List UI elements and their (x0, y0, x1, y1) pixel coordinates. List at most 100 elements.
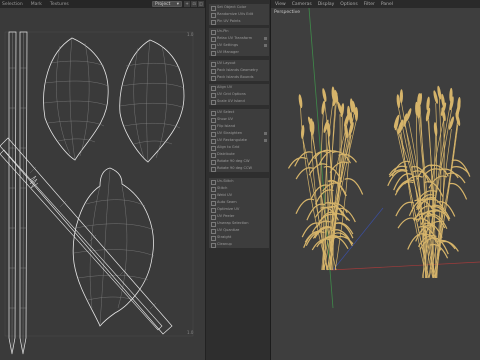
uv-command-item[interactable]: Unwrap Selection (209, 220, 269, 227)
uv-command-item[interactable]: UV Manager (209, 49, 269, 56)
checkbox-icon (210, 75, 216, 81)
uv-tool-frame-icon[interactable]: ⊡ (191, 1, 197, 7)
uv-tool-add-icon[interactable]: + (184, 1, 190, 7)
uv-menu-selection[interactable]: Selection (2, 2, 23, 7)
checkbox-icon (210, 131, 216, 137)
checkbox-icon (210, 221, 216, 227)
viewport-menu-cameras[interactable]: Cameras (292, 2, 312, 7)
uv-command-label: Align UV (217, 85, 233, 89)
wheat-head (298, 94, 303, 109)
checkbox-icon (210, 36, 216, 42)
uv-command-item[interactable]: UV Select (209, 109, 269, 116)
checkbox-icon (210, 235, 216, 241)
checkbox-icon (210, 124, 216, 130)
uv-command-item[interactable]: Un-Stitch (209, 178, 269, 185)
uv-command-item[interactable]: UV Grid Options (209, 91, 269, 98)
uv-command-label: Pack Islands Geometry (217, 68, 259, 72)
uv-command-item[interactable]: UV Quantize (209, 227, 269, 234)
wheat-clump-right (387, 85, 471, 279)
viewport-menu-filter[interactable]: Filter (364, 2, 375, 7)
uv-command-item[interactable]: Auto Seam (209, 199, 269, 206)
checkbox-icon (210, 186, 216, 192)
viewport-view-label: Perspective (274, 10, 301, 15)
uv-command-item[interactable]: Align to Grid (209, 144, 269, 151)
checkbox-icon (210, 50, 216, 56)
uv-command-label: Relax UV Transform (217, 36, 253, 40)
uv-command-item[interactable]: Flip Island (209, 123, 269, 130)
options-icon[interactable] (264, 36, 267, 40)
uv-command-item[interactable]: Rotate 90 deg CCW (209, 165, 269, 172)
checkbox-icon (210, 110, 216, 116)
uv-command-item[interactable]: Un-Pin (209, 28, 269, 35)
uv-command-item[interactable]: UV Layout (209, 60, 269, 67)
uv-command-label: Un-Stitch (217, 179, 234, 183)
uv-command-item[interactable]: Set Object Color (209, 4, 269, 11)
wheat-leaf (318, 150, 338, 165)
uv-project-dropdown[interactable]: Project ▾ (152, 0, 182, 7)
uv-command-label: Flip Island (217, 124, 236, 128)
checkbox-icon (210, 200, 216, 206)
uv-command-label: Set Object Color (217, 5, 247, 9)
wheat-head (399, 89, 403, 104)
uv-command-item[interactable]: Show UV (209, 116, 269, 123)
uv-command-item[interactable]: Pack Islands Bounds (209, 74, 269, 81)
uv-command-item[interactable]: Straight (209, 234, 269, 241)
options-icon[interactable] (264, 131, 267, 135)
viewport-menu-display[interactable]: Display (318, 2, 335, 7)
wheat-head (322, 88, 327, 102)
wheat-leaf (395, 201, 415, 217)
uv-island-grain-right (119, 39, 185, 163)
uv-menu-mark[interactable]: Mark (31, 2, 42, 7)
uv-command-item[interactable]: Align UV (209, 84, 269, 91)
uv-command-item[interactable]: Rotate 90 deg CW (209, 158, 269, 165)
wheat-head (433, 122, 438, 137)
checkbox-icon (210, 68, 216, 74)
wheat-clump-left (287, 86, 364, 271)
uv-command-label: UV Layout (217, 61, 236, 65)
viewport-menu-options[interactable]: Options (340, 2, 357, 7)
uv-tool-split-icon[interactable]: ◫ (198, 1, 204, 7)
axis-x-line (330, 261, 480, 271)
uv-command-label: Show UV (217, 117, 233, 121)
checkbox-icon (210, 152, 216, 158)
checkbox-icon (210, 228, 216, 234)
uv-command-item[interactable]: UV Rectangulate (209, 137, 269, 144)
wheat-leaf (295, 167, 315, 180)
options-icon[interactable] (264, 43, 267, 47)
uv-command-label: Randomize UVs Edit (217, 12, 254, 16)
uv-command-item[interactable]: Stitch (209, 185, 269, 192)
uv-command-label: UV Settings (217, 43, 238, 47)
checkbox-icon (210, 61, 216, 67)
checkbox-icon (210, 214, 216, 220)
wheat-leaf (308, 150, 328, 166)
uv-command-item[interactable]: Weld UV (209, 192, 269, 199)
uv-command-item[interactable]: Distribute (209, 151, 269, 158)
viewport-menu-view[interactable]: View (275, 2, 286, 7)
uv-command-label: Scale UV Island (217, 99, 245, 103)
uv-command-item[interactable]: UV Settings (209, 42, 269, 49)
uv-command-label: UV Peeler (217, 214, 235, 218)
uv-command-item[interactable]: UV Peeler (209, 213, 269, 220)
uv-command-item[interactable]: UV Straighten (209, 130, 269, 137)
uv-island-grain-large (72, 167, 155, 327)
uv-command-item[interactable]: Pin UV Points (209, 18, 269, 25)
uv-island-grain-left (43, 37, 109, 161)
wheat-leaf (344, 178, 364, 195)
viewport-menubar: View Cameras Display Options Filter Pane… (271, 0, 480, 8)
uv-command-label: Pin UV Points (217, 19, 241, 23)
uv-command-item[interactable]: Pack Islands Geometry (209, 67, 269, 74)
checkbox-icon (210, 19, 216, 25)
uv-canvas[interactable] (0, 8, 205, 360)
viewport-menu-panel[interactable]: Panel (381, 2, 393, 7)
options-icon[interactable] (264, 138, 267, 142)
uv-command-item[interactable]: Optimize UV (209, 206, 269, 213)
viewport-canvas[interactable] (271, 8, 480, 360)
uv-menu-textures[interactable]: Textures (50, 2, 69, 7)
checkbox-icon (210, 99, 216, 105)
uv-command-item[interactable]: Scale UV Island (209, 98, 269, 105)
uv-command-label: Optimize UV (217, 207, 240, 211)
uv-command-item[interactable]: Relax UV Transform (209, 35, 269, 42)
uv-command-label: UV Select (217, 110, 235, 114)
uv-command-item[interactable]: Randomize UVs Edit (209, 11, 269, 18)
uv-command-item[interactable]: Cleanup (209, 241, 269, 248)
